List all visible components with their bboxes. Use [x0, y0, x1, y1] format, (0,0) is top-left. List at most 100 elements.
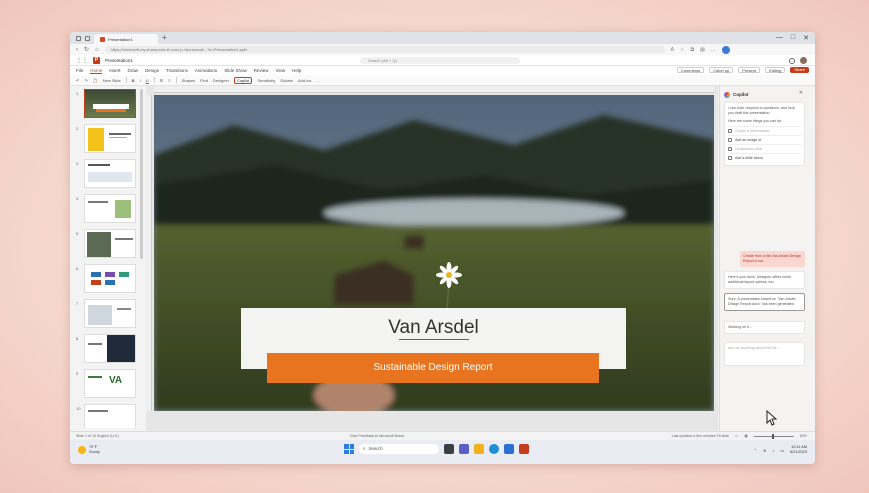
- slide-thumbnail[interactable]: [84, 124, 136, 153]
- url-field[interactable]: https://microsoft-my.sharepoint.df.com/:…: [104, 46, 665, 53]
- add-ins-button[interactable]: Add-ins: [298, 78, 312, 83]
- maximize-button[interactable]: □: [791, 34, 795, 42]
- thumbnail-scrollbar[interactable]: [140, 89, 143, 259]
- refresh-icon[interactable]: ↻: [84, 46, 89, 53]
- slide-thumbnail[interactable]: [84, 299, 136, 328]
- align-icon[interactable]: ≡: [168, 78, 170, 83]
- feedback-notes[interactable]: Give Feedback to Microsoft Notes: [350, 434, 404, 438]
- wifi-icon[interactable]: ≋: [763, 448, 766, 453]
- tab-transitions[interactable]: Transitions: [166, 68, 188, 73]
- list-item[interactable]: 9 VA: [76, 369, 146, 400]
- tab-draw[interactable]: Draw: [128, 68, 139, 73]
- slide[interactable]: Van Arsdel Sustainable Design Report: [154, 95, 714, 411]
- slide-thumbnail[interactable]: [84, 334, 136, 363]
- volume-icon[interactable]: ♪: [772, 448, 774, 453]
- designer-button[interactable]: Designer: [213, 78, 229, 83]
- more-options-icon[interactable]: …: [316, 78, 320, 83]
- tab-insert[interactable]: Insert: [109, 68, 120, 73]
- list-item[interactable]: 4: [76, 194, 146, 225]
- list-item[interactable]: 6: [76, 264, 146, 295]
- weather-widget[interactable]: 72°F Sunny: [78, 445, 100, 455]
- store-icon[interactable]: [504, 444, 514, 454]
- sorter-view-icon[interactable]: ▦: [744, 434, 747, 438]
- edge-copilot-icon[interactable]: [721, 45, 730, 54]
- tab-view[interactable]: View: [275, 68, 285, 73]
- slide-thumbnail[interactable]: VA: [84, 369, 136, 398]
- extensions-icon[interactable]: ⧉: [690, 47, 694, 53]
- italic-icon[interactable]: I: [140, 78, 141, 83]
- tab-file[interactable]: File: [76, 68, 83, 73]
- avatar[interactable]: [800, 57, 807, 64]
- slide-thumbnail[interactable]: [84, 264, 136, 293]
- home-icon[interactable]: ⌂: [95, 47, 99, 53]
- suggestion-add-image[interactable]: Add an image of: [728, 135, 801, 144]
- tab-animations[interactable]: Animations: [195, 68, 217, 73]
- zoom-level[interactable]: 63%: [800, 434, 807, 438]
- shapes-button[interactable]: Shapes: [182, 78, 196, 83]
- task-view-icon[interactable]: [444, 444, 454, 454]
- powerpoint-taskbar-icon[interactable]: [519, 444, 529, 454]
- normal-view-icon[interactable]: ▭: [735, 434, 738, 438]
- tab-review[interactable]: Review: [254, 68, 269, 73]
- taskbar-search[interactable]: ⌕ Search: [359, 444, 439, 454]
- settings-icon[interactable]: [789, 57, 795, 64]
- read-aloud-icon[interactable]: A: [671, 47, 674, 53]
- suggestion-create-presentation[interactable]: Create a presentation: [728, 126, 801, 135]
- clock[interactable]: 10:11 AM 6/21/2023: [790, 445, 807, 455]
- comments-button[interactable]: Comments: [676, 67, 705, 73]
- slide-thumbnail[interactable]: [84, 89, 136, 118]
- paste-icon[interactable]: 📋: [93, 78, 98, 83]
- bold-icon[interactable]: B: [132, 78, 135, 83]
- undo-icon[interactable]: ↶: [76, 78, 79, 83]
- copilot-button[interactable]: Copilot: [233, 76, 253, 84]
- share-button[interactable]: Share: [790, 67, 809, 73]
- minimize-button[interactable]: —: [776, 34, 783, 42]
- document-name[interactable]: Presentation1: [105, 58, 133, 63]
- find-button[interactable]: Find: [200, 78, 208, 83]
- favorite-icon[interactable]: ☆: [680, 47, 684, 53]
- new-slide-button[interactable]: New Slide: [103, 78, 121, 83]
- underline-icon[interactable]: U: [146, 78, 149, 83]
- list-item[interactable]: 10: [76, 404, 146, 428]
- copilot-chat-input[interactable]: Ask me anything about this file...: [724, 342, 805, 366]
- sensitivity-button[interactable]: Sensitivity: [257, 78, 275, 83]
- collections-icon[interactable]: ▤: [700, 47, 705, 53]
- slide-subtitle[interactable]: Sustainable Design Report: [267, 353, 599, 383]
- bullets-icon[interactable]: ☰: [160, 78, 164, 83]
- tab-home[interactable]: Home: [90, 68, 103, 74]
- list-item[interactable]: 1: [76, 89, 146, 120]
- list-item[interactable]: 8: [76, 334, 146, 365]
- catch-up-button[interactable]: Catch up: [709, 67, 734, 73]
- list-item[interactable]: 5: [76, 229, 146, 260]
- back-icon[interactable]: ‹: [76, 47, 78, 53]
- slide-title[interactable]: Van Arsdel: [241, 317, 626, 339]
- close-button[interactable]: ✕: [803, 34, 809, 42]
- list-item[interactable]: 3: [76, 159, 146, 190]
- chevron-up-icon[interactable]: ⌃: [754, 448, 757, 453]
- editing-mode-button[interactable]: Editing: [765, 67, 786, 73]
- workspaces-icon[interactable]: [85, 35, 90, 41]
- more-icon[interactable]: …: [711, 47, 716, 53]
- tab-slide-show[interactable]: Slide Show: [224, 68, 247, 73]
- battery-icon[interactable]: ▭: [780, 448, 784, 453]
- search-input[interactable]: Search (Alt + Q): [360, 57, 520, 64]
- slide-thumbnail[interactable]: [84, 404, 136, 428]
- profile-icon[interactable]: [76, 35, 81, 41]
- browser-tab[interactable]: Presentation1: [94, 34, 158, 44]
- file-explorer-icon[interactable]: [474, 444, 484, 454]
- present-button[interactable]: Present: [738, 67, 761, 73]
- redo-icon[interactable]: ↷: [84, 78, 87, 83]
- close-icon[interactable]: ✕: [799, 90, 803, 96]
- slide-thumbnail[interactable]: [84, 194, 136, 223]
- slide-subtitle-box[interactable]: Sustainable Design Report: [267, 353, 599, 383]
- tab-help[interactable]: Help: [292, 68, 301, 73]
- dictate-button[interactable]: Dictate: [280, 78, 292, 83]
- list-item[interactable]: 7: [76, 299, 146, 330]
- new-tab-button[interactable]: +: [162, 34, 167, 42]
- edge-icon[interactable]: [489, 444, 499, 454]
- zoom-slider-knob[interactable]: [771, 433, 774, 439]
- tab-design[interactable]: Design: [145, 68, 159, 73]
- list-item[interactable]: 2: [76, 124, 146, 155]
- start-icon[interactable]: [344, 444, 354, 454]
- slide-thumbnail[interactable]: [84, 159, 136, 188]
